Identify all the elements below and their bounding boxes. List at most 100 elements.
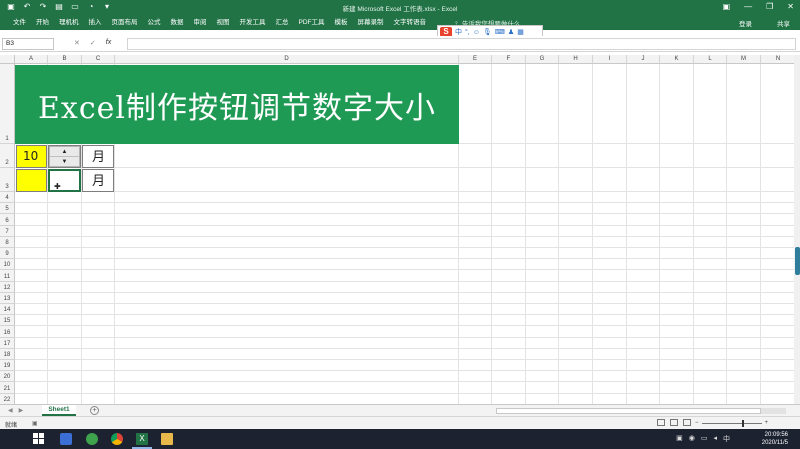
row-header-2[interactable]: 2 <box>0 144 15 168</box>
horizontal-scrollbar[interactable] <box>496 408 786 414</box>
row-header-7[interactable]: 7 <box>0 225 15 237</box>
tab-custom[interactable]: 理机机 <box>54 18 84 27</box>
chrome-icon[interactable] <box>111 433 123 445</box>
column-header-g[interactable]: G <box>526 55 559 64</box>
row-header-22[interactable]: 22 <box>0 393 15 404</box>
row-header-3[interactable]: 3 <box>0 168 15 192</box>
row-header-17[interactable]: 17 <box>0 337 15 349</box>
row-header-4[interactable]: 4 <box>0 192 15 204</box>
row-header-11[interactable]: 11 <box>0 270 15 282</box>
normal-view-icon[interactable] <box>657 419 665 426</box>
cancel-icon[interactable]: ✕ <box>74 39 80 47</box>
column-header-h[interactable]: H <box>559 55 593 64</box>
taskbar-clock[interactable]: 20:09:56 2020/11/5 <box>762 431 788 447</box>
spin-down-arrow-icon[interactable]: ▼ <box>50 157 79 167</box>
column-header-k[interactable]: K <box>660 55 694 64</box>
select-all-corner[interactable] <box>0 55 15 64</box>
toolbox-icon[interactable]: ▦ <box>517 28 524 36</box>
formula-input[interactable] <box>127 38 796 50</box>
row-header-16[interactable]: 16 <box>0 326 15 338</box>
prev-sheet-icon[interactable]: ◀ <box>8 407 13 414</box>
tab-developer[interactable]: 开发工具 <box>235 18 271 27</box>
column-header-n[interactable]: N <box>761 55 796 64</box>
maximize-icon[interactable]: ❐ <box>766 2 773 12</box>
page-layout-view-icon[interactable] <box>670 419 678 426</box>
row-header-15[interactable]: 15 <box>0 315 15 327</box>
tab-formulas[interactable]: 公式 <box>143 18 166 27</box>
windows-start-icon[interactable] <box>33 433 45 445</box>
row-header-20[interactable]: 20 <box>0 371 15 383</box>
file-explorer-icon[interactable] <box>161 433 173 445</box>
worksheet-grid[interactable]: ABCDEFGHIJKLMN 1 2 3 4 5 6 7 8 9 10 11 12 13 14 15 16 17… <box>0 55 796 404</box>
add-sheet-button[interactable]: + <box>90 406 99 415</box>
spin-button-control[interactable]: ▲ ▼ <box>49 146 80 167</box>
column-header-i[interactable]: I <box>593 55 627 64</box>
ribbon-display-icon[interactable]: ▣ <box>723 2 731 12</box>
row-header-10[interactable]: 10 <box>0 259 15 271</box>
excel-taskbar-icon[interactable]: X <box>136 433 148 445</box>
macro-record-icon[interactable]: ▣ <box>32 420 38 427</box>
zoom-out-icon[interactable]: − <box>695 420 699 426</box>
tray-icon-1[interactable]: ▣ <box>676 434 683 444</box>
row-header-9[interactable]: 9 <box>0 248 15 260</box>
tab-text-to-speech[interactable]: 文字转语音 <box>389 18 432 27</box>
row-header-8[interactable]: 8 <box>0 236 15 248</box>
close-icon[interactable]: ✕ <box>787 2 794 12</box>
row-header-14[interactable]: 14 <box>0 304 15 316</box>
tab-view[interactable]: 视图 <box>212 18 235 27</box>
tab-review[interactable]: 审阅 <box>189 18 212 27</box>
row-header-12[interactable]: 12 <box>0 281 15 293</box>
sign-in-link[interactable]: 登录 <box>739 18 752 28</box>
tab-home[interactable]: 开始 <box>31 18 54 27</box>
emoji-icon[interactable]: ☺ <box>473 29 480 36</box>
sheet-tab-sheet1[interactable]: Sheet1 <box>42 405 76 416</box>
vertical-scroll-thumb[interactable] <box>795 247 800 275</box>
tab-summary[interactable]: 汇总 <box>271 18 294 27</box>
app-icon-2[interactable] <box>86 433 98 445</box>
volume-icon[interactable]: ◂ <box>713 434 717 444</box>
cell-c3[interactable]: 月 <box>82 169 114 192</box>
skin-icon[interactable]: ♟ <box>508 28 514 36</box>
spin-up-arrow-icon[interactable]: ▲ <box>50 147 79 157</box>
horizontal-scroll-thumb[interactable] <box>496 408 761 414</box>
tab-file[interactable]: 文件 <box>8 18 31 27</box>
row-header-13[interactable]: 13 <box>0 292 15 304</box>
tab-screen-record[interactable]: 屏幕录制 <box>353 18 389 27</box>
name-box[interactable]: B3 <box>2 38 54 50</box>
column-header-d[interactable]: D <box>115 55 459 64</box>
row-header-1[interactable]: 1 <box>0 64 15 144</box>
input-method-icon[interactable]: 中 <box>723 434 730 444</box>
insert-function-button[interactable]: fx <box>106 39 111 47</box>
tab-pdf-tools[interactable]: PDF工具 <box>294 18 330 27</box>
column-header-e[interactable]: E <box>459 55 492 64</box>
punctuation-icon[interactable]: °, <box>465 29 470 36</box>
row-header-5[interactable]: 5 <box>0 203 15 215</box>
cell-a2-value[interactable]: 10 <box>16 145 47 168</box>
tab-insert[interactable]: 插入 <box>84 18 107 27</box>
page-break-view-icon[interactable] <box>683 419 691 426</box>
column-header-a[interactable]: A <box>15 55 48 64</box>
tab-templates[interactable]: 模板 <box>330 18 353 27</box>
row-header-19[interactable]: 19 <box>0 360 15 372</box>
cell-c2[interactable]: 月 <box>82 145 114 168</box>
vertical-scrollbar[interactable] <box>794 55 800 404</box>
title-merged-cell[interactable]: Excel制作按钮调节数字大小 <box>15 65 459 144</box>
column-header-f[interactable]: F <box>492 55 526 64</box>
app-icon-1[interactable] <box>60 433 72 445</box>
column-header-j[interactable]: J <box>627 55 660 64</box>
network-icon[interactable]: ▭ <box>701 434 708 444</box>
keyboard-icon[interactable]: ⌨ <box>495 28 505 36</box>
minimize-icon[interactable]: — <box>744 2 752 12</box>
next-sheet-icon[interactable]: ▶ <box>19 407 24 414</box>
cell-b3-selected[interactable] <box>48 169 81 192</box>
row-header-21[interactable]: 21 <box>0 382 15 394</box>
column-header-c[interactable]: C <box>82 55 115 64</box>
cell-a3[interactable] <box>16 169 47 192</box>
tab-page-layout[interactable]: 页面布局 <box>107 18 143 27</box>
microphone-icon[interactable]: 🎙 <box>483 28 492 36</box>
tray-icon-2[interactable]: ◉ <box>689 434 695 444</box>
row-header-18[interactable]: 18 <box>0 348 15 360</box>
column-header-l[interactable]: L <box>694 55 727 64</box>
enter-icon[interactable]: ✓ <box>90 39 96 47</box>
zoom-in-icon[interactable]: + <box>765 420 769 426</box>
